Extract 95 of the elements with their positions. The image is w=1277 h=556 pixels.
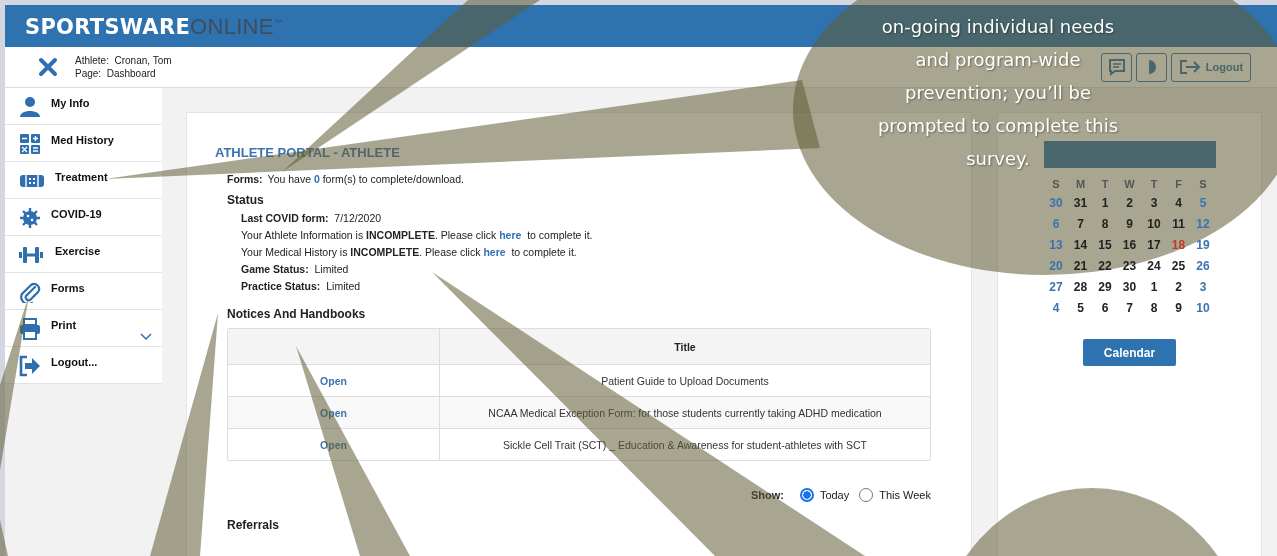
help-button[interactable] (1136, 52, 1167, 82)
section-heading: Status (227, 193, 265, 207)
calendar-day[interactable]: 17 (1141, 238, 1167, 255)
calendar-day[interactable]: 26 (1190, 259, 1216, 276)
calendar-day[interactable]: 28 (1068, 280, 1093, 297)
radio-label: This Week (879, 489, 931, 501)
weekday-label: F (1174, 178, 1183, 192)
calendar-day[interactable]: 11 (1166, 217, 1191, 234)
status-line: Your Medical History is INCOMPLETE. Please click here to complete it. (241, 246, 578, 258)
status-line: Game Status: Limited (241, 263, 350, 275)
calendar-day[interactable]: 27 (1043, 280, 1069, 297)
calendar-day[interactable]: 2 (1166, 280, 1191, 297)
weekday-label: T (1100, 178, 1110, 192)
calendar-day[interactable]: 21 (1068, 259, 1093, 276)
sidebar-item[interactable]: COVID-19 (5, 199, 162, 236)
open-link[interactable]: Open (320, 374, 347, 387)
calendar-day[interactable]: 5 (1068, 301, 1093, 318)
weekday-label: S (1051, 178, 1061, 192)
calendar-day[interactable]: 6 (1092, 301, 1118, 318)
radio-button[interactable] (859, 488, 874, 502)
logo: SPORTSWAREONLINE$^{™}$ (25, 12, 283, 40)
radio-button[interactable] (799, 488, 814, 502)
calendar-day[interactable]: 4 (1043, 301, 1069, 318)
here-link[interactable]: here (483, 246, 506, 258)
radio-label: Today (819, 489, 850, 501)
callout-text: on-going individual needs (881, 17, 1115, 37)
person-icon (19, 96, 41, 118)
status-line: Your Athlete Information is INCOMPLETE. Please click here to complete it. (241, 229, 594, 241)
section-heading: Referrals (227, 518, 281, 532)
forms-label: Forms: (227, 173, 263, 185)
calendar-day[interactable]: 10 (1190, 301, 1216, 318)
weekday-label: S (1198, 178, 1208, 192)
table-header-cell-text: Title (673, 339, 697, 355)
calendar-day[interactable]: 8 (1092, 217, 1118, 234)
callout-text: prevention; you’ll be (905, 83, 1091, 103)
callout-pointer (0, 520, 8, 556)
table-cell-text: Patient Guide to Upload Documents (600, 373, 770, 389)
sidebar-item[interactable]: My Info (5, 88, 162, 125)
calendar-day[interactable]: 10 (1141, 217, 1167, 234)
here-link[interactable]: here (499, 229, 522, 241)
sidebar-item[interactable]: Med History (5, 125, 162, 162)
paperclip-icon (19, 281, 41, 303)
message-icon (1107, 58, 1126, 76)
calendar-day[interactable]: 2 (1117, 196, 1142, 213)
status-line: Last COVID form: 7/12/2020 (241, 212, 383, 224)
status-line: Practice Status: Limited (241, 280, 362, 292)
calendar-day[interactable]: 3 (1190, 280, 1216, 297)
calendar-day[interactable]: 24 (1141, 259, 1167, 276)
close-icon (38, 57, 58, 77)
portal-title: ATHLETE PORTAL - ATHLETE (215, 145, 401, 160)
calendar-day[interactable]: 31 (1068, 196, 1093, 213)
section-heading: Notices And Handbooks (227, 307, 367, 321)
calendar-day[interactable]: 1 (1141, 280, 1167, 297)
calendar-day[interactable]: 22 (1092, 259, 1118, 276)
page-label: Page: Dashboard (75, 68, 157, 79)
calendar-day[interactable]: 16 (1117, 238, 1142, 255)
calendar-day[interactable]: 3 (1141, 196, 1167, 213)
calendar-day[interactable]: 8 (1141, 301, 1167, 318)
sidebar-item[interactable]: Forms (5, 273, 162, 310)
virus-icon (19, 207, 41, 229)
close-button[interactable] (38, 57, 58, 77)
calendar-day[interactable]: 19 (1190, 238, 1216, 255)
calendar-day[interactable]: 9 (1166, 301, 1191, 318)
sidebar-item[interactable]: Exercise (5, 236, 162, 273)
calendar-day[interactable]: 30 (1117, 280, 1142, 297)
forms-text: You have 0 form(s) to complete/download. (267, 173, 464, 185)
calendar-day[interactable]: 23 (1117, 259, 1142, 276)
sidebar-item[interactable]: Print (5, 310, 162, 347)
exit-icon (1178, 59, 1201, 75)
dumbbell-icon (19, 244, 45, 266)
table-cell-text: Sickle Cell Trait (SCT) _ Education & Awareness for student-athletes with SCT (502, 437, 868, 453)
calendar-day[interactable]: 7 (1068, 217, 1093, 234)
calendar-day[interactable]: 25 (1166, 259, 1191, 276)
messages-button[interactable] (1101, 52, 1132, 82)
callout-text: and program-wide (915, 50, 1081, 70)
sidebar-item[interactable]: Logout... (5, 347, 162, 384)
calendar-day[interactable]: 14 (1068, 238, 1093, 255)
calendar-day[interactable]: 9 (1117, 217, 1142, 234)
calendar-day[interactable]: 4 (1166, 196, 1191, 213)
printer-icon (19, 318, 41, 340)
sidebar-item[interactable]: Treatment (5, 162, 162, 199)
weekday-label: M (1074, 178, 1087, 192)
callout-text: prompted to complete this (877, 116, 1119, 136)
athlete-label: Athlete: Cronan, Tom (75, 55, 172, 66)
calendar-day[interactable]: 7 (1117, 301, 1142, 318)
chevron-down-icon (140, 333, 152, 341)
grid-icon (19, 133, 41, 155)
weekday-label: T (1149, 178, 1159, 192)
calendar-day[interactable]: 29 (1092, 280, 1118, 297)
callout-text: survey. (966, 149, 1030, 169)
weekday-label: W (1123, 178, 1136, 192)
exit-icon (19, 355, 41, 377)
calendar-button[interactable]: Calendar (1083, 339, 1176, 366)
calendar-day[interactable]: 1 (1092, 196, 1118, 213)
calendar-day[interactable]: 15 (1092, 238, 1118, 255)
